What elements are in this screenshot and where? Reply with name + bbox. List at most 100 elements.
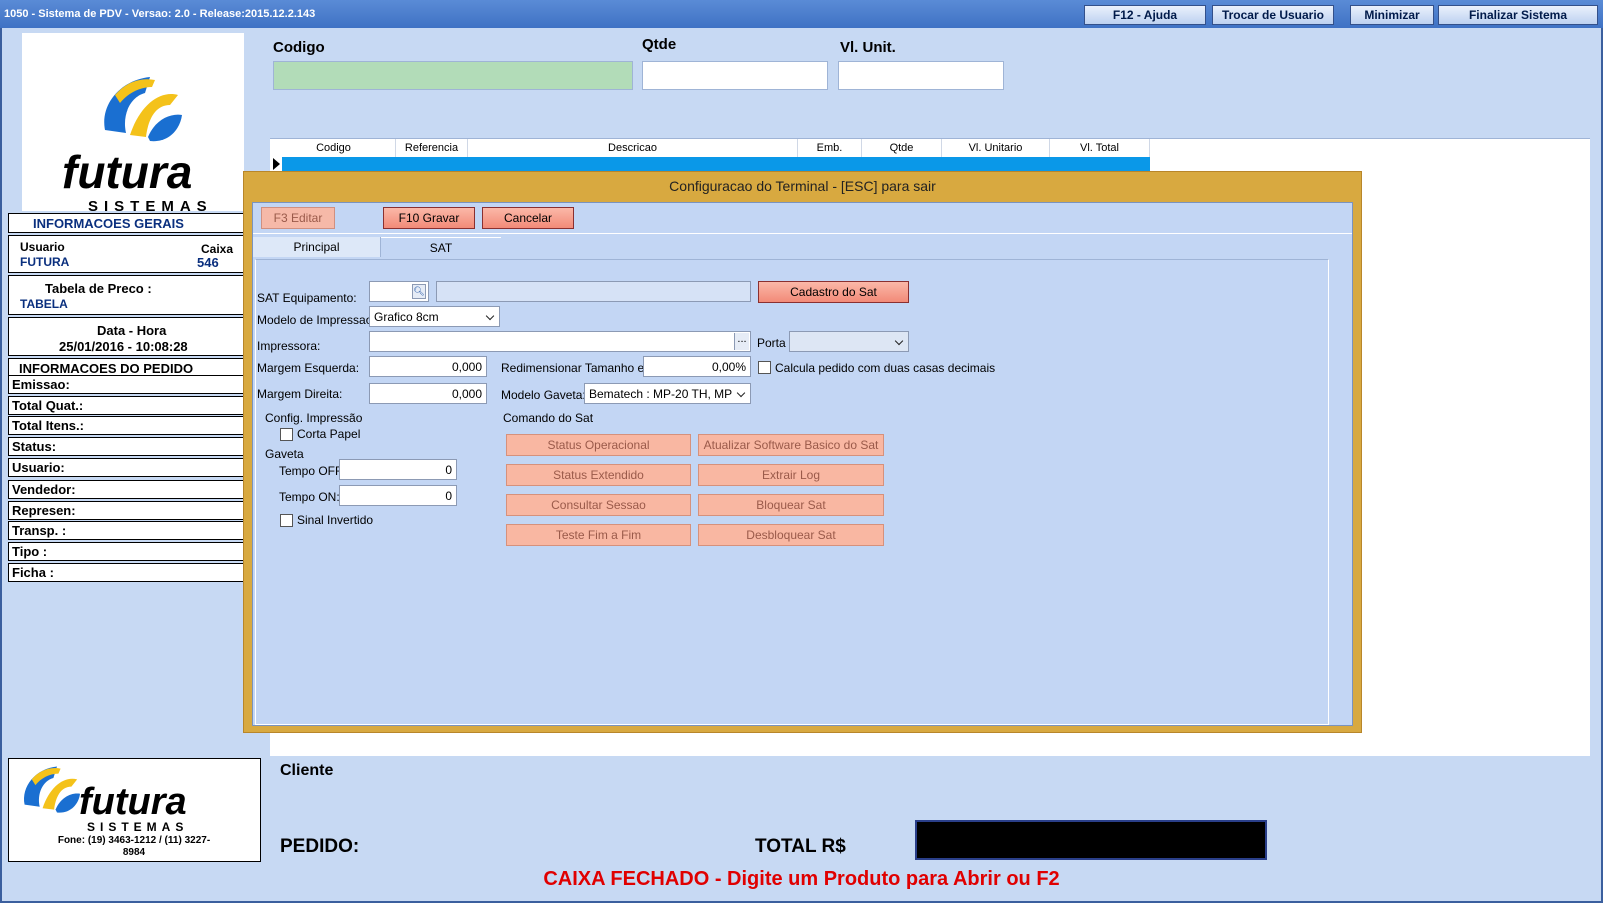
sat-equipment-input[interactable]: 🔍︎	[369, 281, 429, 302]
edit-button[interactable]: F3 Editar	[261, 207, 335, 229]
tab-sat[interactable]: SAT	[381, 237, 501, 257]
search-icon[interactable]: 🔍︎	[412, 284, 426, 299]
print-model-select[interactable]: Grafico 8cm	[369, 306, 500, 327]
bottom-logo-panel: futura SISTEMAS Fone: (19) 3463-1212 / (…	[8, 758, 261, 862]
extract-log-button[interactable]: Extrair Log	[698, 464, 884, 486]
cashier-value: 546	[197, 255, 219, 270]
help-button[interactable]: F12 - Ajuda	[1084, 5, 1206, 25]
order-label: PEDIDO:	[280, 836, 360, 857]
order-field-label: Usuario:	[12, 460, 65, 475]
dialog-body: F3 Editar F10 Gravar Cancelar Principal …	[252, 202, 1353, 726]
col-codigo[interactable]: Codigo	[272, 139, 396, 157]
code-label: Codigo	[273, 39, 325, 56]
terminal-config-dialog: Configuracao do Terminal - [ESC] para sa…	[243, 171, 1362, 733]
datetime-box: Data - Hora 25/01/2016 - 10:08:28	[8, 317, 244, 356]
datetime-value: 25/01/2016 - 10:08:28	[59, 339, 188, 354]
unit-price-label: Vl. Unit.	[840, 39, 896, 56]
print-model-label: Modelo de Impressao:	[257, 313, 376, 327]
unit-price-input[interactable]	[838, 61, 1004, 90]
order-field-label: Emissao:	[12, 377, 70, 392]
drawer-header: Gaveta	[265, 447, 304, 461]
printer-label: Impressora:	[257, 339, 321, 353]
order-field-label: Total Itens.:	[12, 418, 84, 433]
two-decimals-checkbox[interactable]	[758, 361, 771, 374]
col-referencia[interactable]: Referencia	[396, 139, 468, 157]
entry-area: Codigo Qtde Vl. Unit.	[270, 30, 1590, 138]
sat-equipment-label: SAT Equipamento:	[257, 291, 357, 305]
order-field-row: Ficha :	[8, 563, 244, 582]
exit-system-button[interactable]: Finalizar Sistema	[1438, 5, 1598, 25]
print-config-header: Config. Impressão	[265, 411, 363, 425]
time-off-label: Tempo OFF:	[279, 464, 346, 478]
logo-wordmark: futura	[62, 146, 192, 198]
browse-printer-button[interactable]: ...	[734, 333, 749, 350]
logo-tagline: SISTEMAS	[88, 198, 213, 211]
two-decimals-label: Calcula pedido com duas casas decimais	[775, 361, 996, 375]
order-field-label: Transp. :	[12, 523, 67, 538]
order-field-label: Total Quat.:	[12, 398, 84, 413]
save-button[interactable]: F10 Gravar	[383, 207, 475, 229]
resize-input[interactable]: 0,00%	[643, 356, 751, 377]
order-field-row: Transp. :	[8, 521, 244, 540]
sat-register-button[interactable]: Cadastro do Sat	[758, 281, 909, 303]
user-value: FUTURA	[20, 255, 70, 269]
order-field-label: Represen:	[12, 503, 76, 518]
col-vl-unitario[interactable]: Vl. Unitario	[942, 139, 1050, 157]
left-margin-input[interactable]: 0,000	[369, 356, 487, 377]
cancel-button[interactable]: Cancelar	[482, 207, 574, 229]
switch-user-button[interactable]: Trocar de Usuario	[1212, 5, 1334, 25]
cut-paper-label: Corta Papel	[297, 427, 361, 441]
total-label: TOTAL R$	[755, 836, 846, 857]
grid-selected-row[interactable]	[282, 157, 1150, 171]
resize-label: Redimensionar Tamanho em:	[501, 361, 658, 375]
time-on-label: Tempo ON:	[279, 490, 340, 504]
sat-command-header: Comando do Sat	[503, 411, 594, 425]
status-operational-button[interactable]: Status Operacional	[506, 434, 691, 456]
port-label: Porta	[757, 336, 786, 350]
unblock-sat-button[interactable]: Desbloquear Sat	[698, 524, 884, 546]
right-margin-input[interactable]: 0,000	[369, 383, 487, 404]
block-sat-button[interactable]: Bloquear Sat	[698, 494, 884, 516]
tab-principal[interactable]: Principal	[253, 237, 381, 257]
drawer-model-label: Modelo Gaveta:	[501, 388, 586, 402]
qty-input[interactable]	[642, 61, 828, 90]
status-extended-button[interactable]: Status Extendido	[506, 464, 691, 486]
inverted-signal-checkbox[interactable]	[280, 514, 293, 527]
update-software-button[interactable]: Atualizar Software Basico do Sat	[698, 434, 884, 456]
order-field-row: Status:	[8, 437, 244, 456]
code-input[interactable]	[273, 61, 633, 90]
time-on-input[interactable]: 0	[339, 485, 457, 506]
col-qtde[interactable]: Qtde	[862, 139, 942, 157]
time-off-input[interactable]: 0	[339, 459, 457, 480]
col-emb[interactable]: Emb.	[798, 139, 862, 157]
order-field-row: Usuario:	[8, 458, 244, 477]
client-label: Cliente	[280, 762, 334, 779]
logo-panel: futura SISTEMAS	[22, 33, 244, 215]
cut-paper-checkbox[interactable]	[280, 428, 293, 441]
inverted-signal-label: Sinal Invertido	[297, 513, 374, 527]
col-vl-total[interactable]: Vl. Total	[1050, 139, 1150, 157]
right-margin-label: Margem Direita:	[257, 387, 343, 401]
dialog-title: Configuracao do Terminal - [ESC] para sa…	[669, 178, 936, 194]
order-field-row: Emissao:	[8, 375, 244, 394]
drawer-model-select[interactable]: Bematech : MP-20 TH, MP-2000	[584, 383, 751, 404]
order-field-row: Vendedor:	[8, 480, 244, 499]
end-to-end-test-button[interactable]: Teste Fim a Fim	[506, 524, 691, 546]
printer-input[interactable]: ...	[369, 331, 751, 352]
minimize-button[interactable]: Minimizar	[1350, 5, 1434, 25]
col-descricao[interactable]: Descricao	[468, 139, 798, 157]
qty-label: Qtde	[642, 36, 677, 53]
query-session-button[interactable]: Consultar Sessao	[506, 494, 691, 516]
order-field-row: Total Itens.:	[8, 416, 244, 435]
futura-logo: futura SISTEMAS	[62, 77, 213, 215]
order-field-label: Ficha :	[12, 565, 54, 580]
price-table-value: TABELA	[20, 297, 68, 311]
status-message: CAIXA FECHADO - Digite um Produto para A…	[543, 868, 1060, 890]
general-info-header: INFORMACOES GERAIS	[8, 213, 244, 233]
total-display	[915, 820, 1267, 860]
order-field-row: Tipo :	[8, 542, 244, 561]
user-cashier-box: Usuario FUTURA Caixa 546	[8, 235, 244, 273]
port-select[interactable]	[789, 331, 909, 352]
order-field-label: Status:	[12, 439, 57, 454]
row-indicator-icon	[273, 158, 280, 170]
